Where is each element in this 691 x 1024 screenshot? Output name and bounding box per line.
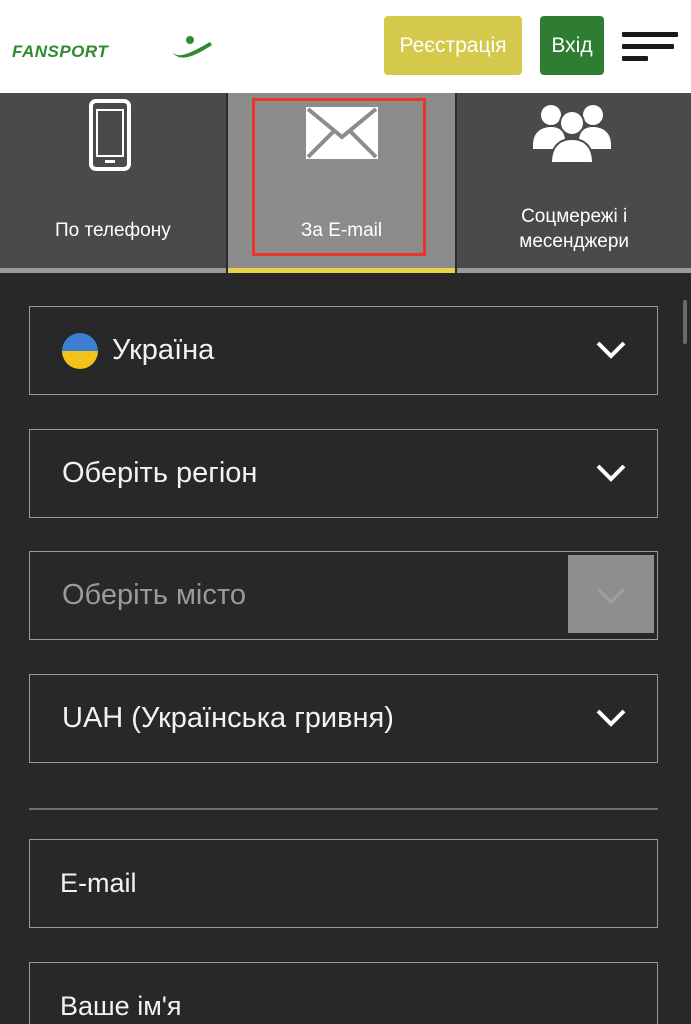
fansport-logo[interactable]: FANSPORT	[12, 34, 212, 64]
chevron-down-icon	[596, 341, 626, 359]
city-dropdown-button	[568, 555, 654, 633]
selection-highlight	[252, 98, 426, 256]
menu-icon[interactable]	[622, 30, 678, 64]
city-select[interactable]: Оберіть місто	[29, 551, 658, 640]
header: FANSPORT Реєстрація Вхід	[0, 0, 691, 93]
tab-phone-label: По телефону	[54, 220, 171, 241]
email-field-wrapper	[29, 839, 658, 928]
city-placeholder: Оберіть місто	[62, 579, 246, 611]
region-value: Оберіть регіон	[62, 457, 258, 489]
register-button[interactable]: Реєстрація	[384, 16, 522, 75]
region-select[interactable]: Оберіть регіон	[29, 429, 658, 518]
chevron-down-icon	[596, 464, 626, 482]
chevron-down-icon	[596, 709, 626, 727]
tab-social-label: Соцмережі і месенджери	[519, 206, 630, 252]
currency-select[interactable]: UAH (Українська гривня)	[29, 674, 658, 763]
scrollbar[interactable]	[683, 300, 687, 344]
tab-phone[interactable]: По телефону	[0, 93, 226, 273]
tab-social[interactable]: Соцмережі і месенджери	[457, 93, 691, 273]
logo-text: FANSPORT	[12, 42, 109, 61]
login-button[interactable]: Вхід	[540, 16, 604, 75]
currency-value: UAH (Українська гривня)	[62, 702, 394, 734]
phone-icon	[89, 99, 131, 171]
name-field-wrapper	[29, 962, 658, 1024]
name-field[interactable]	[30, 963, 657, 1024]
country-select[interactable]: Україна	[29, 306, 658, 395]
email-field[interactable]	[30, 840, 657, 927]
users-icon	[533, 105, 612, 164]
logo-swoosh-icon	[172, 36, 212, 58]
chevron-down-icon	[596, 587, 626, 605]
country-value: Україна	[112, 334, 215, 366]
ukraine-flag-icon	[62, 332, 98, 369]
divider	[29, 808, 658, 810]
